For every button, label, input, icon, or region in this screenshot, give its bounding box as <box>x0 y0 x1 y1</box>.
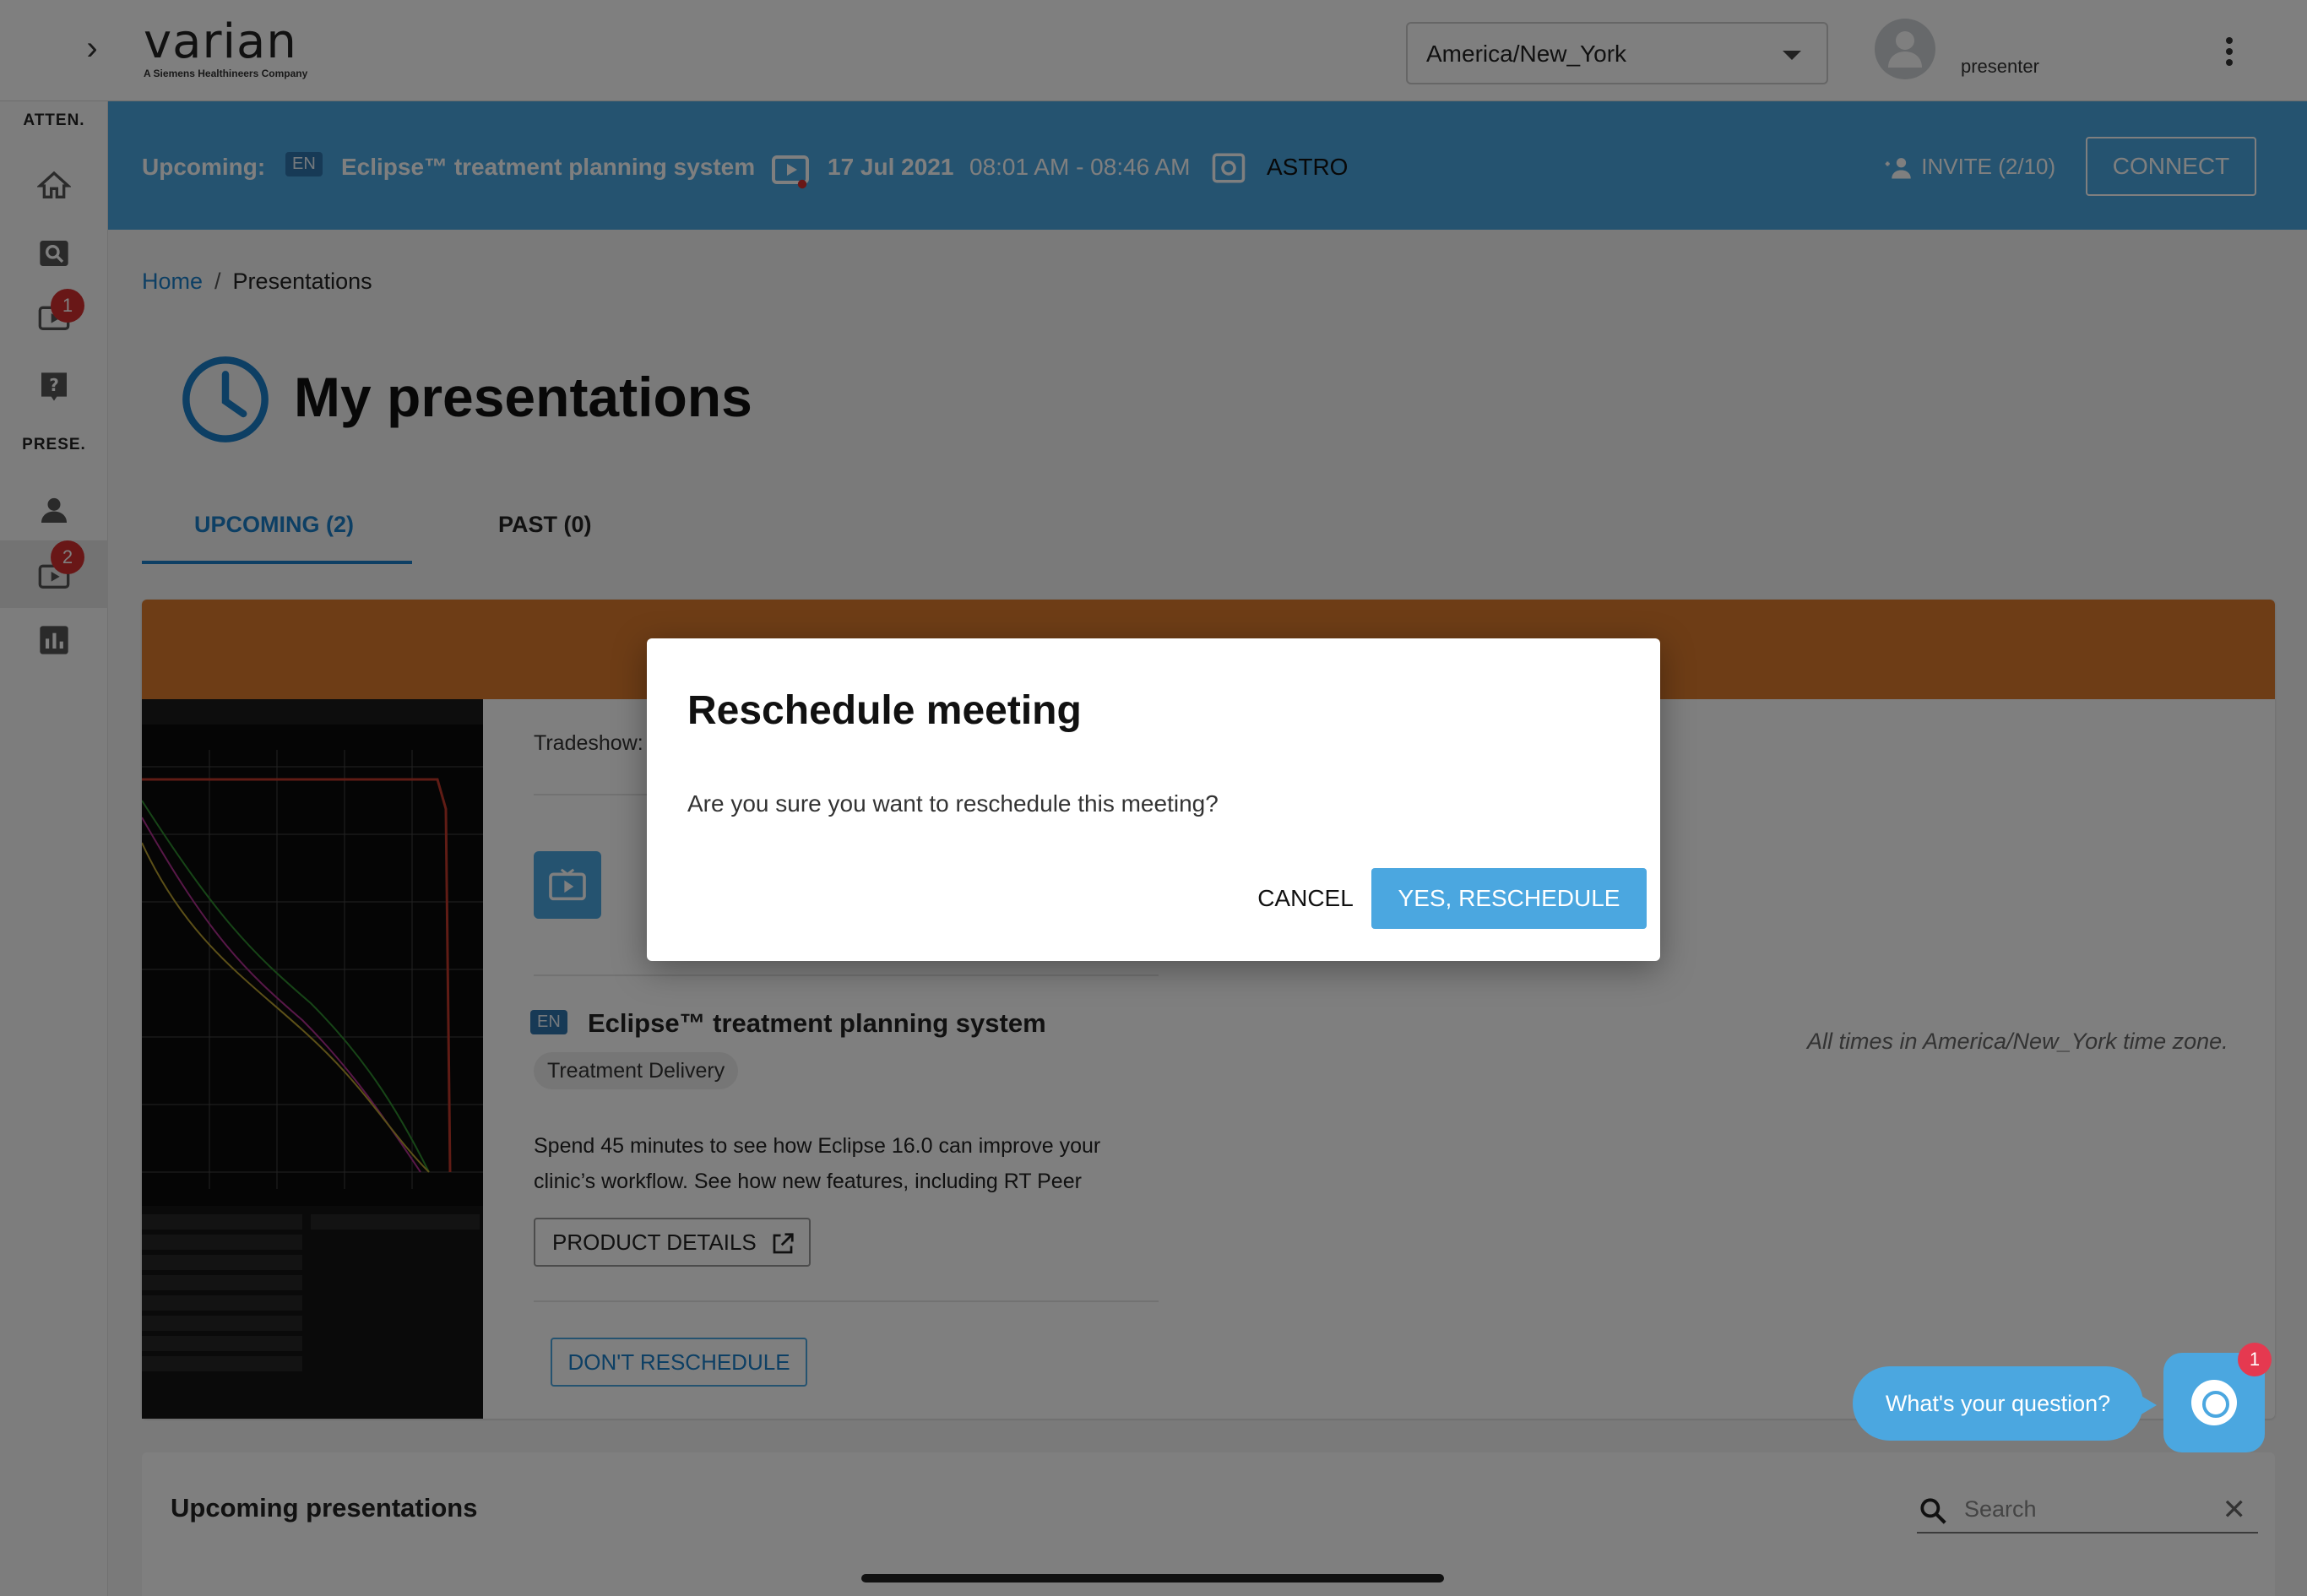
home-indicator <box>861 1574 1444 1582</box>
confirm-reschedule-button[interactable]: YES, RESCHEDULE <box>1371 868 1647 929</box>
chat-prompt-bubble[interactable]: What's your question? <box>1853 1366 2157 1441</box>
dialog-message: Are you sure you want to reschedule this… <box>687 790 1219 817</box>
cancel-button[interactable]: CANCEL <box>1238 868 1373 929</box>
chat-icon <box>2191 1380 2237 1425</box>
chat-notification-badge: 1 <box>2238 1343 2272 1376</box>
dialog-title: Reschedule meeting <box>687 688 1082 733</box>
reschedule-dialog: Reschedule meeting Are you sure you want… <box>647 638 1660 961</box>
